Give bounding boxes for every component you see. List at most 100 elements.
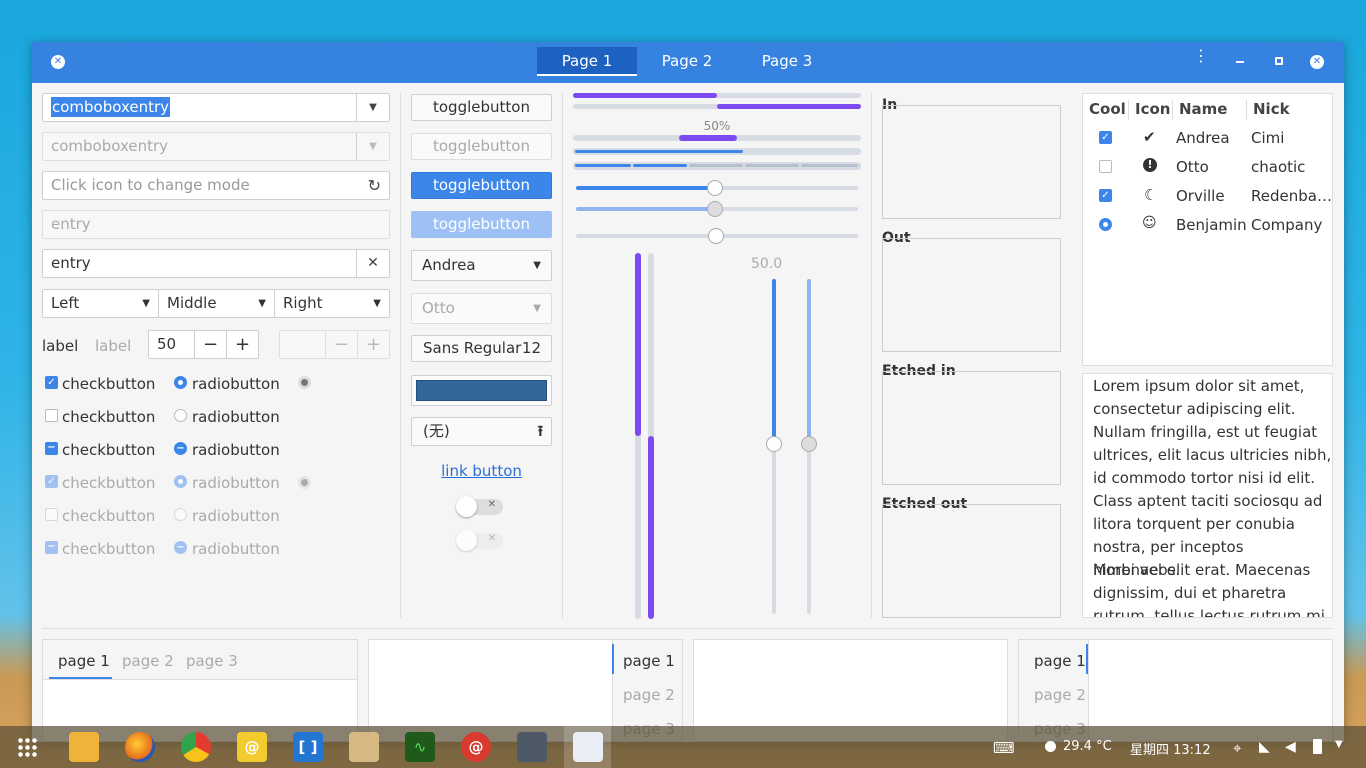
close-icon[interactable]: ✕ (51, 55, 65, 69)
file-manager-icon[interactable] (69, 732, 99, 762)
spinner-icon (298, 376, 311, 389)
chevron-down-icon[interactable]: ▼ (1335, 739, 1343, 750)
chevron-down-icon: ▼ (533, 260, 541, 271)
combo-middle[interactable]: Middle ▼ (158, 289, 275, 318)
terminal-icon[interactable]: [ ] (293, 732, 323, 762)
notebook-tab-page-2[interactable]: page 2 (1034, 686, 1086, 704)
settings-icon[interactable] (517, 732, 547, 762)
label-disabled: label (95, 337, 132, 355)
entry-clearable[interactable]: entry ✕ (42, 249, 390, 278)
volume-icon[interactable]: ◀ (1285, 739, 1296, 755)
notebook-tab-page-1[interactable]: page 1 (623, 652, 675, 670)
checkbutton-label: checkbutton (62, 474, 156, 492)
column-header-cool[interactable]: Cool (1089, 100, 1126, 118)
gtk-demo-icon[interactable] (573, 732, 603, 762)
chrome-icon[interactable] (181, 732, 211, 762)
vscale-2[interactable] (648, 253, 654, 619)
switch-off[interactable]: ✕ (456, 496, 503, 517)
togglebutton-disabled: togglebutton (411, 133, 552, 160)
radio-mixed[interactable]: − (174, 442, 187, 455)
cool-checkbox[interactable] (1099, 160, 1112, 173)
checkbutton-label: checkbutton (62, 540, 156, 558)
file-chooser-button[interactable]: (无) ⭱ (411, 417, 552, 446)
plus-icon[interactable]: + (226, 331, 258, 358)
progress-fill (573, 93, 717, 98)
checkbox-unchecked[interactable] (45, 409, 58, 422)
music-icon[interactable]: @ (461, 732, 491, 762)
column-header-nick[interactable]: Nick (1253, 100, 1290, 118)
togglebutton-active[interactable]: togglebutton (411, 172, 552, 199)
notebook-tab-page-2[interactable]: page 2 (122, 652, 174, 670)
notebook-tab-page-3[interactable]: page 3 (186, 652, 238, 670)
system-monitor-icon[interactable]: ∿ (405, 732, 435, 762)
vscale-1[interactable] (635, 253, 641, 619)
comboboxentry-active[interactable]: comboboxentry ▼ (42, 93, 390, 122)
robot-icon: ☺ (1142, 215, 1157, 231)
combo-left[interactable]: Left ▼ (42, 289, 159, 318)
minimize-icon[interactable] (1236, 61, 1244, 63)
togglebutton[interactable]: togglebutton (411, 94, 552, 121)
name-cell: Benjamin (1176, 216, 1247, 234)
cool-radio[interactable] (1099, 218, 1112, 231)
chevron-down-icon: ▼ (373, 298, 381, 309)
radiobutton-label: radiobutton (192, 408, 280, 426)
slider-knob[interactable] (707, 180, 723, 196)
mode-entry[interactable]: Click icon to change mode ↻ (42, 171, 390, 200)
level-bar-1 (573, 148, 861, 155)
tab-page-2[interactable]: Page 2 (637, 47, 737, 76)
font-button[interactable]: Sans Regular 12 (411, 335, 552, 362)
progress-bar-2 (573, 104, 861, 109)
tab-page-1[interactable]: Page 1 (537, 47, 637, 76)
checkbox-mixed[interactable]: − (45, 442, 58, 455)
checkbutton-label: checkbutton (62, 441, 156, 459)
text-view[interactable]: Lorem ipsum dolor sit amet, consectetur … (1082, 373, 1333, 618)
notebook-tab-page-1[interactable]: page 1 (1034, 652, 1086, 670)
nick-cell: chaotic (1251, 158, 1306, 176)
spin-button[interactable]: 50 − + (148, 330, 259, 359)
combo-andrea[interactable]: Andrea ▼ (411, 250, 552, 281)
radio-unselected[interactable] (174, 409, 187, 422)
link-button[interactable]: link button (411, 462, 552, 480)
location-icon[interactable]: ⌖ (1233, 739, 1241, 757)
column-header-name[interactable]: Name (1179, 100, 1227, 118)
notebook-tab-page-1[interactable]: page 1 (58, 652, 110, 670)
chevron-down-icon[interactable]: ▼ (356, 94, 389, 121)
column-header-icon[interactable]: Icon (1135, 100, 1170, 118)
wifi-icon[interactable]: ◣ (1259, 739, 1270, 755)
radiobutton-label: radiobutton (192, 474, 280, 492)
window-close-icon[interactable]: ✕ (1310, 55, 1324, 69)
frame-in (882, 105, 1061, 219)
cool-checkbox[interactable]: ✓ (1099, 189, 1112, 202)
tab-page-3[interactable]: Page 3 (737, 47, 837, 76)
minus-icon[interactable]: − (194, 331, 226, 358)
text-line: ultrices, elit lacus ultricies nibh, (1093, 446, 1332, 464)
archive-icon[interactable] (349, 732, 379, 762)
firefox-icon[interactable] (125, 732, 155, 762)
mail-icon[interactable]: @ (237, 732, 267, 762)
radio-selected[interactable] (174, 376, 187, 389)
clock[interactable]: 星期四 13:12 (1130, 739, 1211, 758)
chevron-down-icon: ▼ (533, 303, 541, 314)
color-button[interactable] (411, 375, 552, 406)
upload-icon: ⭱ (537, 422, 543, 440)
slider-knob[interactable] (708, 228, 724, 244)
scale-value-label: 50.0 (751, 256, 783, 272)
moon-icon: ☾ (1144, 186, 1158, 204)
gtk-demo-window: ✕ Page 1 Page 2 Page 3 ⋮ ✕ comboboxentry… (32, 42, 1344, 742)
restore-icon[interactable] (1275, 57, 1283, 65)
keyboard-icon[interactable]: ⌨ (993, 739, 1015, 757)
name-cell: Otto (1176, 158, 1209, 176)
checkbox-checked[interactable]: ✓ (45, 376, 58, 389)
tree-view[interactable]: Cool Icon Name Nick ✓ ✔ Andrea Cimi ! Ot… (1082, 93, 1333, 366)
menu-icon[interactable]: ⋮ (1193, 48, 1209, 72)
battery-icon[interactable] (1313, 739, 1322, 754)
slider-knob (707, 201, 723, 217)
clear-icon[interactable]: ✕ (356, 250, 389, 277)
cool-checkbox[interactable]: ✓ (1099, 131, 1112, 144)
slider-knob[interactable] (766, 436, 782, 452)
combo-right[interactable]: Right ▼ (274, 289, 390, 318)
notebook-tab-page-2[interactable]: page 2 (623, 686, 675, 704)
refresh-icon[interactable]: ↻ (368, 172, 381, 199)
app-launcher-icon[interactable] (17, 737, 38, 758)
taskbar: @ [ ] ∿ @ ⌨ 29.4 °C 星期四 13:12 ⌖ ◣ ◀ ▼ (0, 726, 1366, 768)
